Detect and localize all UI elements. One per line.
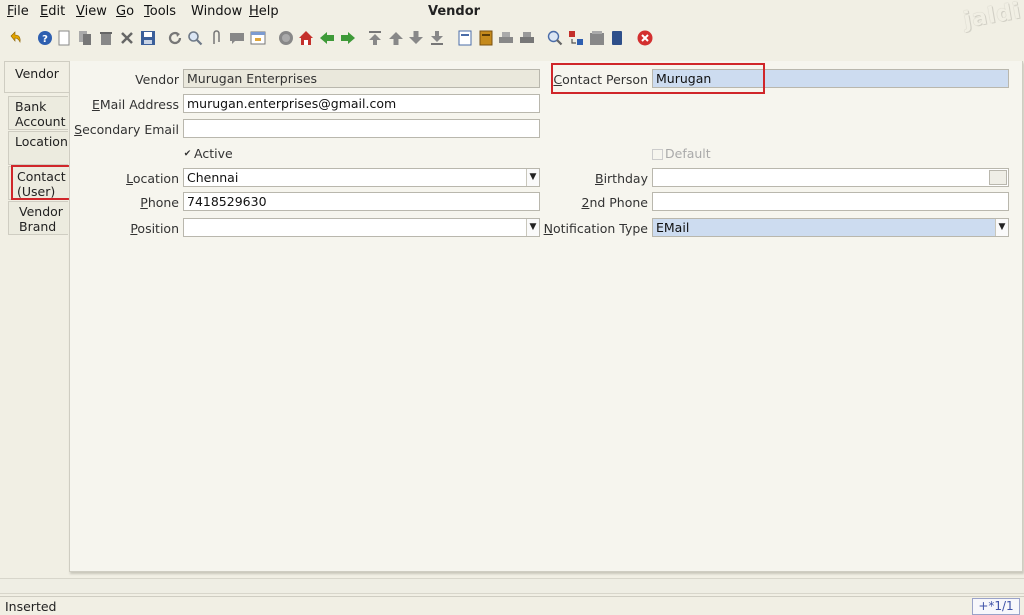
workflow-icon[interactable]	[609, 30, 625, 46]
tab-vendor[interactable]: Vendor	[4, 61, 72, 93]
phone-label: Phone	[140, 195, 179, 210]
forward-icon[interactable]	[340, 30, 356, 46]
print-icon[interactable]	[519, 30, 535, 46]
svg-text:?: ?	[42, 34, 48, 45]
print-preview-icon[interactable]	[498, 30, 514, 46]
notification-type-combo[interactable]: EMail ▼	[652, 218, 1009, 237]
position-label: Position	[130, 221, 179, 236]
undo-icon[interactable]	[7, 30, 23, 46]
menu-edit[interactable]: Edit	[40, 4, 65, 19]
save-icon[interactable]	[140, 30, 156, 46]
attachment-icon[interactable]	[208, 30, 224, 46]
status-text: Inserted	[5, 599, 57, 614]
location-combo[interactable]: Chennai ▼	[183, 168, 540, 187]
request-icon[interactable]	[568, 30, 584, 46]
delete-record-icon[interactable]	[98, 30, 114, 46]
menu-view[interactable]: View	[76, 4, 107, 19]
last-record-icon[interactable]	[429, 30, 445, 46]
help-icon[interactable]: ?	[37, 30, 53, 46]
history-icon[interactable]	[278, 30, 294, 46]
menu-bar: File Edit View Go Tools Window Help Vend…	[0, 0, 1024, 33]
menu-go[interactable]: Go	[116, 4, 134, 19]
home-icon[interactable]	[298, 30, 314, 46]
report-icon[interactable]	[457, 30, 473, 46]
menu-file[interactable]: File	[7, 4, 29, 19]
refresh-icon[interactable]	[167, 30, 183, 46]
tab-location[interactable]: Location	[8, 131, 68, 165]
tab-bank-account[interactable]: Bank Account	[8, 96, 68, 130]
position-combo[interactable]: ▼	[183, 218, 540, 237]
grid-toggle-icon[interactable]	[250, 30, 266, 46]
phone2-label: 2nd Phone	[581, 195, 648, 210]
status-bar: Inserted +*1/1	[0, 596, 1024, 615]
secondary-email-field[interactable]	[183, 119, 540, 138]
dropdown-arrow-icon[interactable]: ▼	[995, 219, 1008, 236]
phone-field[interactable]: 7418529630	[183, 192, 540, 211]
new-record-icon[interactable]	[56, 30, 72, 46]
location-label: Location	[126, 171, 179, 186]
product-info-icon[interactable]	[589, 30, 605, 46]
menu-tools[interactable]: Tools	[144, 4, 176, 19]
first-record-icon[interactable]	[367, 30, 383, 46]
zoom-across-icon[interactable]	[547, 30, 563, 46]
phone2-field[interactable]	[652, 192, 1009, 211]
next-record-icon[interactable]	[408, 30, 424, 46]
dropdown-arrow-icon[interactable]: ▼	[526, 219, 539, 236]
email-field[interactable]: murugan.enterprises@gmail.com	[183, 94, 540, 113]
previous-record-icon[interactable]	[388, 30, 404, 46]
vendor-label: Vendor	[135, 72, 179, 87]
secondary-email-label: Secondary Email	[74, 122, 179, 137]
record-navigation-info[interactable]: +*1/1	[972, 598, 1020, 615]
menu-window[interactable]: Window	[191, 4, 242, 19]
window-title: Vendor	[428, 4, 481, 19]
find-icon[interactable]	[187, 30, 203, 46]
menu-help[interactable]: Help	[249, 4, 279, 19]
contact-person-label: Contact Person	[553, 72, 648, 87]
birthday-field[interactable]	[652, 168, 1009, 187]
vendor-field[interactable]: Murugan Enterprises	[183, 69, 540, 88]
tab-vendor-brand[interactable]: Vendor Brand	[8, 201, 68, 235]
delete-selection-icon[interactable]	[119, 30, 135, 46]
archive-icon[interactable]	[478, 30, 494, 46]
copy-record-icon[interactable]	[77, 30, 93, 46]
notification-type-label: Notification Type	[543, 221, 648, 236]
birthday-label: Birthday	[594, 171, 648, 186]
default-checkbox[interactable]: Default	[652, 146, 711, 161]
calendar-icon[interactable]	[989, 170, 1007, 185]
back-icon[interactable]	[319, 30, 335, 46]
email-label: EMail Address	[91, 97, 179, 112]
dropdown-arrow-icon[interactable]: ▼	[526, 169, 539, 186]
tab-contact-user[interactable]: Contact (User)	[8, 166, 68, 200]
bottom-separator	[0, 578, 1024, 594]
contact-person-field[interactable]: Murugan	[652, 69, 1009, 88]
exit-icon[interactable]	[637, 30, 653, 46]
checkmark-icon: ✔	[183, 149, 192, 159]
chat-icon[interactable]	[229, 30, 245, 46]
active-checkbox[interactable]: ✔ Active	[183, 146, 233, 161]
